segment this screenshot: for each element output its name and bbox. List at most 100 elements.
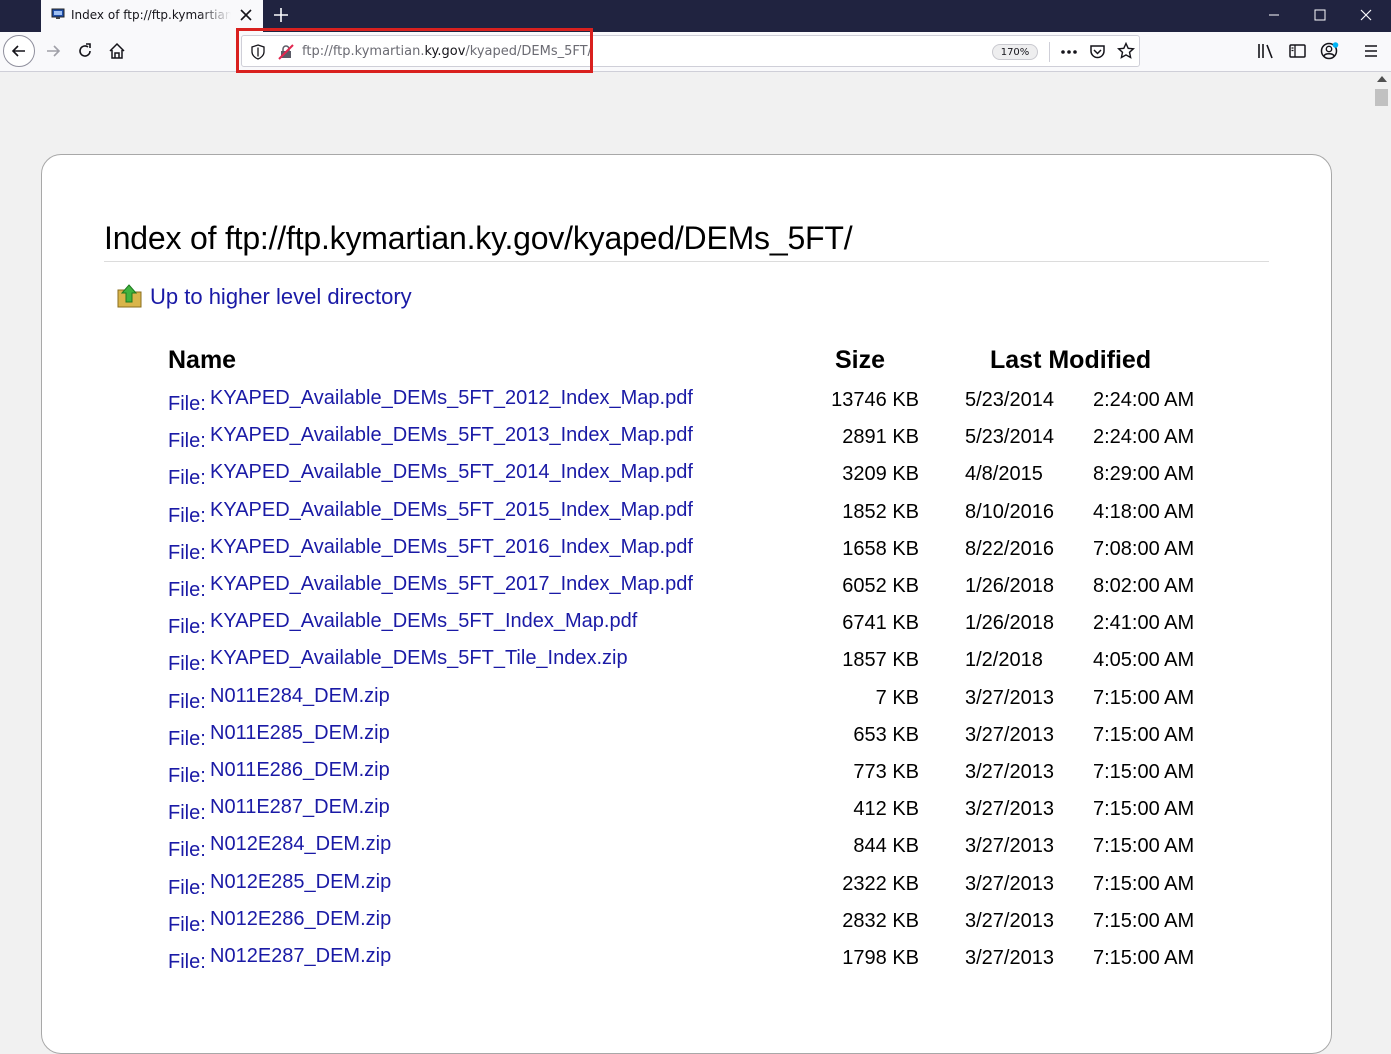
new-tab-plus-icon[interactable] bbox=[271, 5, 291, 25]
table-row: File: KYAPED_Available_DEMs_5FT_2013_Inde… bbox=[0, 424, 1391, 461]
file-link[interactable]: N012E285_DEM.zip bbox=[210, 871, 391, 894]
account-icon[interactable] bbox=[1320, 41, 1340, 61]
file-time: 7:15:00 AM bbox=[1093, 798, 1195, 820]
file-prefix-label: File: bbox=[168, 616, 206, 638]
file-link[interactable]: N012E286_DEM.zip bbox=[210, 908, 391, 931]
file-link[interactable]: KYAPED_Available_DEMs_5FT_2012_Index_Map… bbox=[210, 387, 693, 410]
navigation-toolbar: ftp://ftp.kymartian.ky.gov/kyaped/DEMs_5… bbox=[0, 32, 1391, 72]
file-size: 412 KB bbox=[853, 798, 919, 820]
file-size: 653 KB bbox=[853, 724, 919, 746]
pocket-icon[interactable] bbox=[1089, 43, 1106, 60]
forward-arrow-icon bbox=[47, 45, 61, 57]
library-icon[interactable] bbox=[1256, 42, 1276, 60]
file-size: 6052 KB bbox=[842, 575, 919, 597]
file-time: 4:05:00 AM bbox=[1093, 649, 1195, 671]
active-tab[interactable]: Index of ftp://ftp.kymartian.ky.gov/kyap… bbox=[41, 0, 263, 32]
file-link[interactable]: KYAPED_Available_DEMs_5FT_2014_Index_Map… bbox=[210, 461, 693, 484]
zoom-indicator[interactable]: 170% bbox=[992, 44, 1038, 60]
file-date: 3/27/2013 bbox=[965, 947, 1054, 969]
file-prefix-label: File: bbox=[168, 802, 206, 824]
file-prefix-label: File: bbox=[168, 691, 206, 713]
file-prefix-label: File: bbox=[168, 839, 206, 861]
reload-button[interactable] bbox=[71, 37, 99, 65]
maximize-window-icon[interactable] bbox=[1309, 5, 1331, 25]
file-size: 1658 KB bbox=[842, 538, 919, 560]
file-date: 1/2/2018 bbox=[965, 649, 1043, 671]
file-size: 844 KB bbox=[853, 835, 919, 857]
file-date: 3/27/2013 bbox=[965, 724, 1054, 746]
table-row: File: N012E287_DEM.zip 1798 KB 3/27/2013 7:1… bbox=[0, 945, 1391, 982]
file-time: 7:15:00 AM bbox=[1093, 910, 1195, 932]
file-date: 3/27/2013 bbox=[965, 910, 1054, 932]
file-link[interactable]: KYAPED_Available_DEMs_5FT_2015_Index_Map… bbox=[210, 499, 693, 522]
file-link[interactable]: N012E287_DEM.zip bbox=[210, 945, 391, 968]
file-size: 3209 KB bbox=[842, 463, 919, 485]
bookmark-star-icon[interactable] bbox=[1117, 42, 1135, 60]
file-link[interactable]: KYAPED_Available_DEMs_5FT_2017_Index_Map… bbox=[210, 573, 693, 596]
file-size: 2891 KB bbox=[842, 426, 919, 448]
file-prefix-label: File: bbox=[168, 914, 206, 936]
close-tab-icon[interactable] bbox=[237, 6, 255, 24]
file-link[interactable]: N011E286_DEM.zip bbox=[210, 759, 390, 782]
file-prefix-label: File: bbox=[168, 877, 206, 899]
file-link[interactable]: KYAPED_Available_DEMs_5FT_2013_Index_Map… bbox=[210, 424, 693, 447]
table-row: File: N012E285_DEM.zip 2322 KB 3/27/2013 7:1… bbox=[0, 871, 1391, 908]
file-prefix-label: File: bbox=[168, 653, 206, 675]
file-time: 7:15:00 AM bbox=[1093, 761, 1195, 783]
up-to-parent-link[interactable]: Up to higher level directory bbox=[150, 284, 412, 310]
scrollbar-thumb[interactable] bbox=[1375, 89, 1388, 106]
file-size: 2322 KB bbox=[842, 873, 919, 895]
file-time: 8:29:00 AM bbox=[1093, 463, 1195, 485]
table-row: File: KYAPED_Available_DEMs_5FT_2017_Inde… bbox=[0, 573, 1391, 610]
back-button[interactable] bbox=[3, 35, 35, 67]
column-header-name[interactable]: Name bbox=[168, 346, 236, 375]
file-link[interactable]: N011E287_DEM.zip bbox=[210, 796, 390, 819]
file-time: 2:24:00 AM bbox=[1093, 389, 1195, 411]
scroll-up-arrow-icon[interactable] bbox=[1377, 76, 1387, 82]
column-header-size[interactable]: Size bbox=[835, 346, 885, 375]
file-link[interactable]: N011E285_DEM.zip bbox=[210, 722, 390, 745]
column-header-last-modified[interactable]: Last Modified bbox=[990, 346, 1151, 375]
file-date: 4/8/2015 bbox=[965, 463, 1043, 485]
file-link[interactable]: N012E284_DEM.zip bbox=[210, 833, 391, 856]
file-time: 7:15:00 AM bbox=[1093, 687, 1195, 709]
file-time: 7:15:00 AM bbox=[1093, 835, 1195, 857]
more-actions-icon[interactable] bbox=[1060, 44, 1078, 60]
file-time: 7:15:00 AM bbox=[1093, 873, 1195, 895]
file-prefix-label: File: bbox=[168, 467, 206, 489]
file-date: 5/23/2014 bbox=[965, 426, 1054, 448]
file-prefix-label: File: bbox=[168, 728, 206, 750]
file-size: 7 KB bbox=[875, 687, 919, 709]
up-directory-icon[interactable] bbox=[116, 282, 143, 309]
file-prefix-label: File: bbox=[168, 393, 206, 415]
file-link[interactable]: KYAPED_Available_DEMs_5FT_2016_Index_Map… bbox=[210, 536, 693, 559]
file-prefix-label: File: bbox=[168, 579, 206, 601]
file-link[interactable]: KYAPED_Available_DEMs_5FT_Index_Map.pdf bbox=[210, 610, 637, 633]
home-icon bbox=[109, 42, 125, 59]
file-size: 1852 KB bbox=[842, 501, 919, 523]
file-size: 2832 KB bbox=[842, 910, 919, 932]
close-window-icon[interactable] bbox=[1355, 5, 1377, 25]
table-row: File: N011E286_DEM.zip 773 KB 3/27/2013 7:15… bbox=[0, 759, 1391, 796]
file-prefix-label: File: bbox=[168, 765, 206, 787]
minimize-window-icon[interactable] bbox=[1263, 5, 1285, 25]
home-button[interactable] bbox=[103, 37, 131, 65]
page-title: Index of ftp://ftp.kymartian.ky.gov/kyap… bbox=[104, 220, 853, 256]
file-prefix-label: File: bbox=[168, 505, 206, 527]
table-row: File: N011E287_DEM.zip 412 KB 3/27/2013 7:15… bbox=[0, 796, 1391, 833]
file-date: 1/26/2018 bbox=[965, 612, 1054, 634]
forward-button[interactable] bbox=[39, 37, 67, 65]
file-date: 3/27/2013 bbox=[965, 873, 1054, 895]
file-size: 6741 KB bbox=[842, 612, 919, 634]
table-row: File: N011E284_DEM.zip 7 KB 3/27/2013 7:15:0… bbox=[0, 685, 1391, 722]
file-date: 3/27/2013 bbox=[965, 687, 1054, 709]
table-row: File: KYAPED_Available_DEMs_5FT_2014_Inde… bbox=[0, 461, 1391, 498]
file-prefix-label: File: bbox=[168, 542, 206, 564]
tab-strip: Index of ftp://ftp.kymartian.ky.gov/kyap… bbox=[0, 0, 1391, 32]
file-link[interactable]: KYAPED_Available_DEMs_5FT_Tile_Index.zip bbox=[210, 647, 628, 670]
sidebar-icon[interactable] bbox=[1288, 42, 1308, 60]
file-link[interactable]: N011E284_DEM.zip bbox=[210, 685, 390, 708]
file-size: 1857 KB bbox=[842, 649, 919, 671]
hamburger-menu-icon[interactable] bbox=[1362, 42, 1380, 60]
back-arrow-icon bbox=[11, 45, 25, 57]
